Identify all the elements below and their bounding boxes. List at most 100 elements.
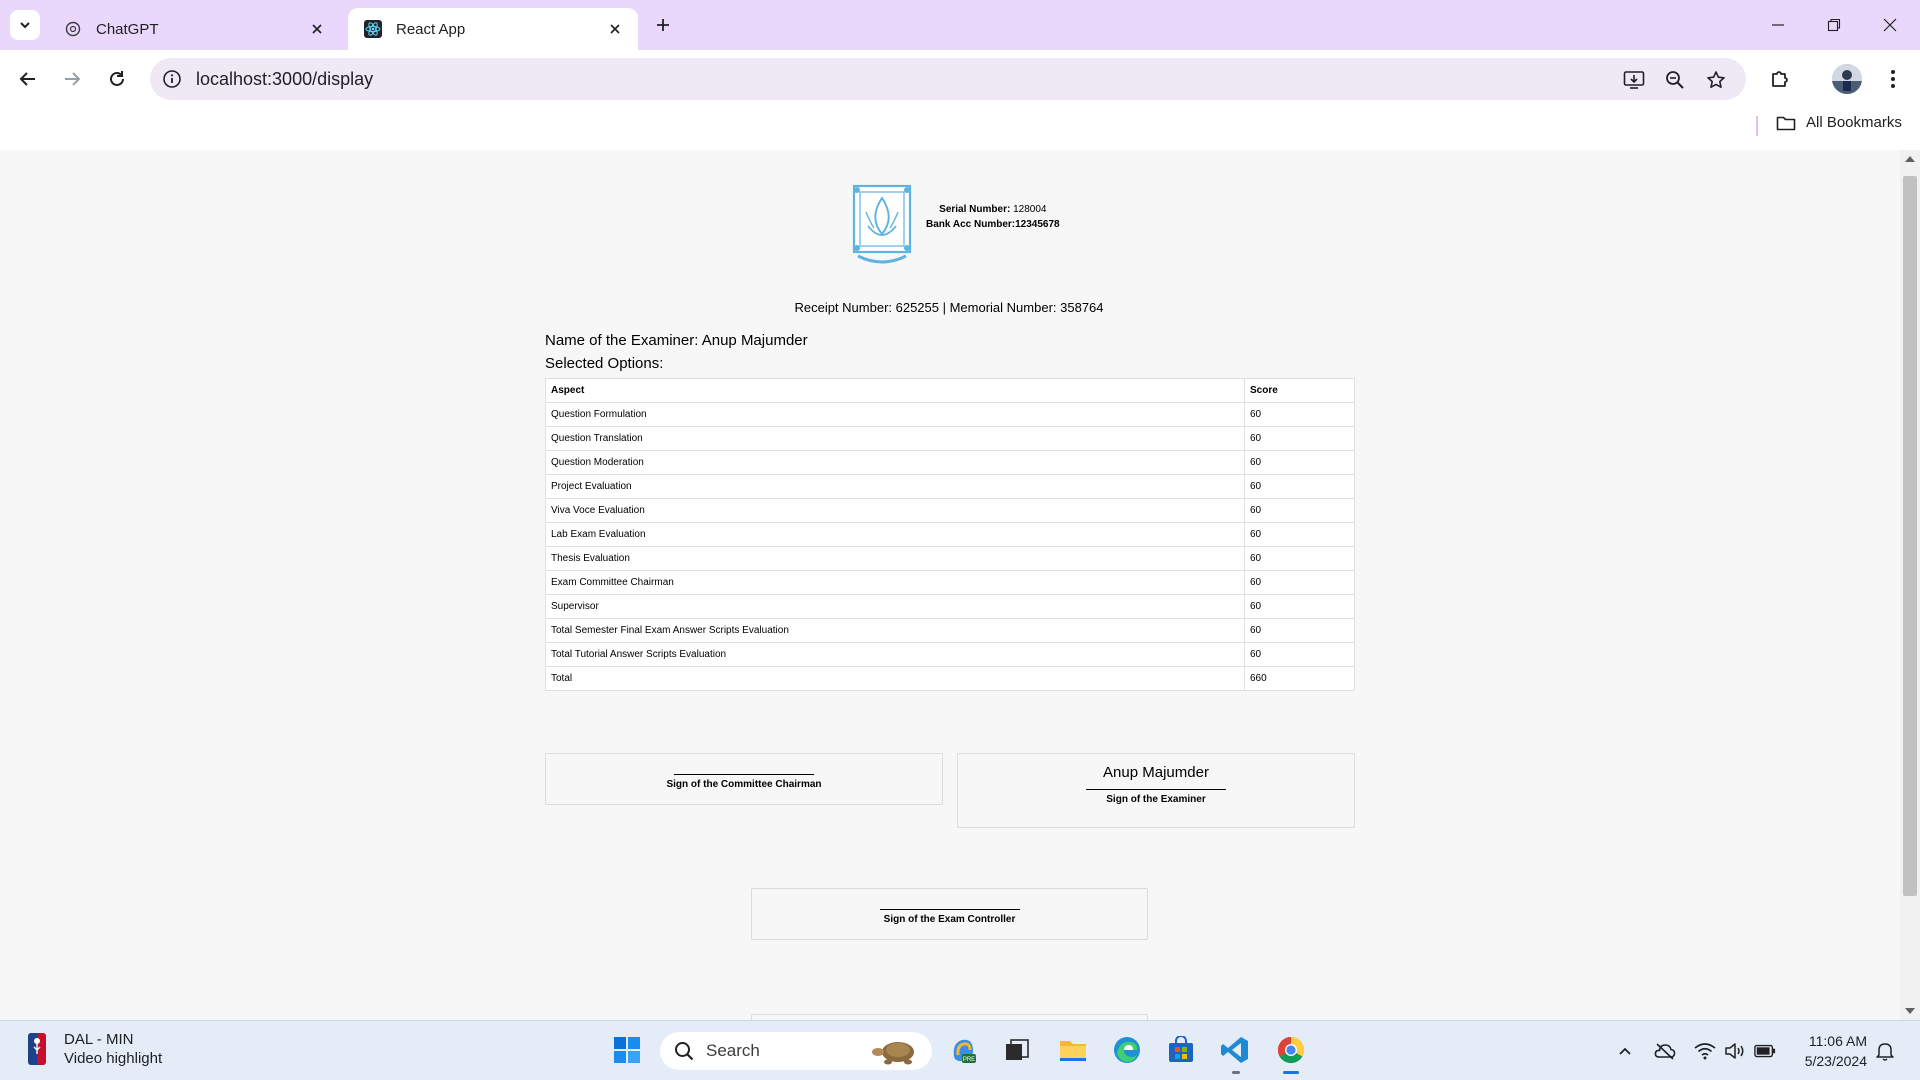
volume-button[interactable] <box>1724 1040 1746 1062</box>
svg-text:PRE: PRE <box>963 1057 975 1063</box>
close-icon[interactable] <box>308 20 326 38</box>
tab-react-app[interactable]: React App <box>348 8 638 50</box>
widget-subtitle: Video highlight <box>64 1050 163 1067</box>
aspect-cell: Total Tutorial Answer Scripts Evaluation <box>545 642 1245 667</box>
chrome-button[interactable] <box>1274 1033 1308 1067</box>
university-logo <box>852 184 912 264</box>
edge-icon <box>1114 1037 1140 1063</box>
table-total-row: Total 660 <box>545 666 1355 691</box>
score-cell: 60 <box>1244 498 1355 523</box>
examiner-name: Name of the Examiner: Anup Majumder <box>545 332 808 349</box>
aspect-cell: Exam Committee Chairman <box>545 570 1245 595</box>
restore-button[interactable] <box>1820 12 1848 38</box>
score-header: Score <box>1244 378 1355 403</box>
task-view-icon <box>1006 1039 1029 1060</box>
aspect-cell: Question Moderation <box>545 450 1245 475</box>
taskbar-search[interactable]: Search <box>660 1032 932 1070</box>
plus-icon <box>657 19 669 31</box>
score-cell: 60 <box>1244 618 1355 643</box>
score-cell: 60 <box>1244 594 1355 619</box>
examiner-signature-name: Anup Majumder <box>1103 764 1209 781</box>
close-window-button[interactable] <box>1876 12 1904 38</box>
info-icon[interactable] <box>162 69 182 89</box>
system-clock[interactable]: 11:06 AM 5/23/2024 <box>1795 1031 1867 1071</box>
vscode-button[interactable] <box>1218 1033 1252 1067</box>
battery-icon <box>1754 1044 1776 1058</box>
chevron-up-icon <box>1619 1047 1631 1055</box>
copilot-icon: PRE <box>953 1039 976 1063</box>
tab-chatgpt[interactable]: ChatGPT <box>48 8 340 50</box>
install-app-button[interactable] <box>1622 68 1646 92</box>
tab-search-button[interactable] <box>10 10 40 40</box>
news-widget[interactable]: DAL - MIN Video highlight <box>28 1031 162 1067</box>
menu-button[interactable] <box>1878 64 1908 94</box>
score-cell: 60 <box>1244 426 1355 451</box>
aspect-cell: Project Evaluation <box>545 474 1245 499</box>
react-icon <box>364 20 382 38</box>
turtle-illustration-icon <box>872 1042 914 1065</box>
page-scrollbar[interactable] <box>1900 150 1920 1020</box>
controller-sign-label: Sign of the Exam Controller <box>883 914 1016 925</box>
table-row: Viva Voce Evaluation 60 <box>545 498 1355 523</box>
all-bookmarks-label: All Bookmarks <box>1806 114 1902 131</box>
minimize-button[interactable] <box>1764 12 1792 38</box>
new-tab-button[interactable] <box>650 12 676 38</box>
aspect-cell: Viva Voce Evaluation <box>545 498 1245 523</box>
start-button[interactable] <box>610 1033 644 1067</box>
address-bar[interactable]: localhost:3000/display <box>150 58 1746 100</box>
file-explorer-button[interactable] <box>1056 1033 1090 1067</box>
chatgpt-icon <box>64 20 82 38</box>
forward-button[interactable] <box>57 64 87 94</box>
battery-button[interactable] <box>1754 1040 1776 1062</box>
back-button[interactable] <box>13 64 43 94</box>
notifications-button[interactable] <box>1874 1040 1896 1062</box>
score-cell: 60 <box>1244 546 1355 571</box>
close-icon <box>1883 18 1897 32</box>
reload-button[interactable] <box>102 64 132 94</box>
url-text[interactable]: localhost:3000/display <box>196 69 373 90</box>
more-vertical-icon <box>1891 70 1895 88</box>
table-row: Lab Exam Evaluation 60 <box>545 522 1355 547</box>
install-icon <box>1623 71 1645 89</box>
tab-title: React App <box>396 20 466 38</box>
browser-toolbar: localhost:3000/display <box>0 50 1920 108</box>
store-icon <box>1169 1036 1193 1062</box>
examiner-sign-box: Anup Majumder Sign of the Examiner <box>957 753 1355 828</box>
profile-avatar[interactable] <box>1832 64 1862 94</box>
wifi-button[interactable] <box>1694 1040 1716 1062</box>
microsoft-store-button[interactable] <box>1164 1033 1198 1067</box>
task-view-button[interactable] <box>1000 1033 1034 1067</box>
show-hidden-icons-button[interactable] <box>1614 1040 1636 1062</box>
clock-date: 5/23/2024 <box>1804 1053 1867 1069</box>
score-cell: 60 <box>1244 522 1355 547</box>
bookmarks-separator <box>1756 116 1758 136</box>
arrow-right-icon <box>65 72 81 86</box>
serial-label: Serial Number: <box>939 204 1011 215</box>
bookmark-star-button[interactable] <box>1704 68 1728 92</box>
serial-value: 128004 <box>1013 204 1047 215</box>
examiner-sign-label: Sign of the Examiner <box>1106 794 1206 805</box>
running-indicator <box>1232 1071 1240 1074</box>
chairman-sign-label: Sign of the Committee Chairman <box>666 779 822 790</box>
scroll-up-icon[interactable] <box>1905 156 1915 162</box>
widget-title: DAL - MIN <box>64 1031 134 1048</box>
signature-line <box>879 909 1020 910</box>
extensions-button[interactable] <box>1766 64 1796 94</box>
bank-label: Bank Acc Number: <box>926 219 1016 230</box>
edge-button[interactable] <box>1110 1033 1144 1067</box>
copilot-button[interactable]: PRE <box>946 1033 980 1067</box>
scrollbar-thumb[interactable] <box>1903 176 1917 896</box>
zoom-out-icon <box>1666 71 1684 89</box>
onedrive-button[interactable] <box>1654 1040 1676 1062</box>
all-bookmarks-button[interactable]: All Bookmarks <box>1776 114 1902 131</box>
table-row: Question Translation 60 <box>545 426 1355 451</box>
zoom-button[interactable] <box>1663 68 1687 92</box>
page-viewport: Serial Number: 128004 Bank Acc Number: 12… <box>0 150 1900 1020</box>
serial-info: Serial Number: 128004 Bank Acc Number: 12… <box>926 202 1060 232</box>
score-cell: 660 <box>1244 666 1355 691</box>
aspect-cell: Supervisor <box>545 594 1245 619</box>
table-row: Total Semester Final Exam Answer Scripts… <box>545 618 1355 643</box>
close-icon[interactable] <box>606 20 624 38</box>
serial-number-line: Serial Number: 128004 <box>926 202 1060 217</box>
scroll-down-icon[interactable] <box>1905 1008 1915 1014</box>
